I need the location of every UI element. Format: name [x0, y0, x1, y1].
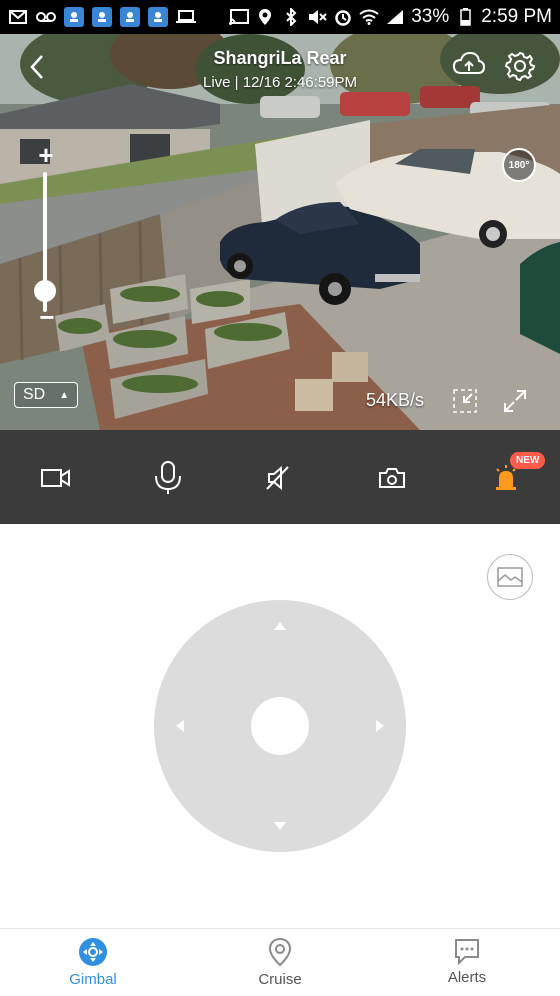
status-bar: 33% 2:59 PM — [0, 0, 560, 34]
laptop-icon — [176, 8, 196, 26]
pan-down-arrow-icon[interactable] — [274, 822, 286, 830]
image-gallery-icon — [497, 567, 523, 587]
mail-icon — [8, 8, 28, 26]
status-bar-system: 33% 2:59 PM — [229, 6, 552, 28]
clock-time: 2:59 PM — [481, 6, 552, 27]
bluetooth-icon — [281, 8, 301, 26]
cast-icon — [229, 8, 250, 26]
bitrate-readout: 54KB/s — [366, 390, 425, 410]
gallery-button[interactable] — [487, 554, 533, 600]
location-pin-icon — [268, 937, 292, 967]
rotate-180-button[interactable]: 180° — [502, 148, 536, 182]
app-icon — [148, 7, 168, 27]
status-bar-notifications — [8, 7, 196, 27]
battery-icon — [455, 8, 475, 26]
camera-video-feed[interactable]: ShangriLa Rear Live | 12/16 2:46:59PM 18… — [0, 34, 560, 430]
audio-mute-button[interactable] — [258, 458, 298, 498]
zoom-in-button[interactable]: + — [36, 142, 56, 168]
app-icon — [120, 7, 140, 27]
pan-right-arrow-icon[interactable] — [376, 720, 384, 732]
mute-icon — [307, 8, 327, 26]
zoom-out-button[interactable]: − — [37, 304, 57, 330]
talk-button[interactable] — [148, 458, 188, 498]
pan-left-arrow-icon[interactable] — [176, 720, 184, 732]
tab-cruise-label: Cruise — [258, 971, 302, 988]
caret-up-icon: ▲ — [59, 389, 70, 401]
wifi-icon — [359, 8, 379, 26]
pip-button[interactable] — [452, 388, 478, 414]
cloud-upload-icon — [452, 51, 486, 74]
gimbal-icon — [79, 938, 107, 966]
location-icon — [255, 8, 275, 26]
siren-icon — [496, 465, 516, 490]
gear-icon — [504, 51, 536, 82]
tab-gimbal-label: Gimbal — [69, 971, 117, 988]
joystick-center[interactable] — [251, 697, 309, 755]
camera-icon — [379, 468, 405, 488]
quality-label: SD — [23, 386, 46, 403]
alarm-icon — [333, 8, 353, 26]
video-record-icon — [41, 469, 70, 487]
cloud-upload-button[interactable] — [452, 50, 486, 80]
tab-cruise[interactable]: Cruise — [220, 937, 340, 988]
app-icon — [92, 7, 112, 27]
quality-selector[interactable]: SD ▲ — [14, 382, 78, 408]
shrink-icon — [453, 389, 477, 413]
battery-percent: 33% — [411, 6, 450, 27]
microphone-icon — [155, 461, 181, 494]
speaker-muted-icon — [266, 465, 289, 491]
camera-control-bar: NEW — [0, 430, 560, 524]
fullscreen-button[interactable] — [502, 388, 528, 414]
bottom-nav: Gimbal Cruise Alerts — [0, 928, 560, 996]
expand-icon — [504, 390, 526, 412]
tab-gimbal[interactable]: Gimbal — [33, 937, 153, 988]
gimbal-panel — [0, 524, 560, 928]
settings-button[interactable] — [504, 50, 536, 82]
app-icon — [64, 7, 84, 27]
tab-alerts[interactable]: Alerts — [407, 937, 527, 986]
snapshot-button[interactable] — [372, 458, 412, 498]
chat-icon — [455, 939, 479, 965]
pan-up-arrow-icon[interactable] — [274, 622, 286, 630]
signal-icon — [385, 8, 405, 26]
voicemail-icon — [36, 8, 56, 26]
camera-scene-image — [0, 34, 560, 430]
ptz-joystick[interactable] — [154, 600, 406, 852]
zoom-slider-handle[interactable] — [34, 280, 56, 302]
rotate-180-label: 180° — [508, 159, 530, 171]
new-badge: NEW — [510, 452, 546, 469]
record-button[interactable] — [36, 458, 76, 498]
tab-alerts-label: Alerts — [447, 969, 487, 986]
